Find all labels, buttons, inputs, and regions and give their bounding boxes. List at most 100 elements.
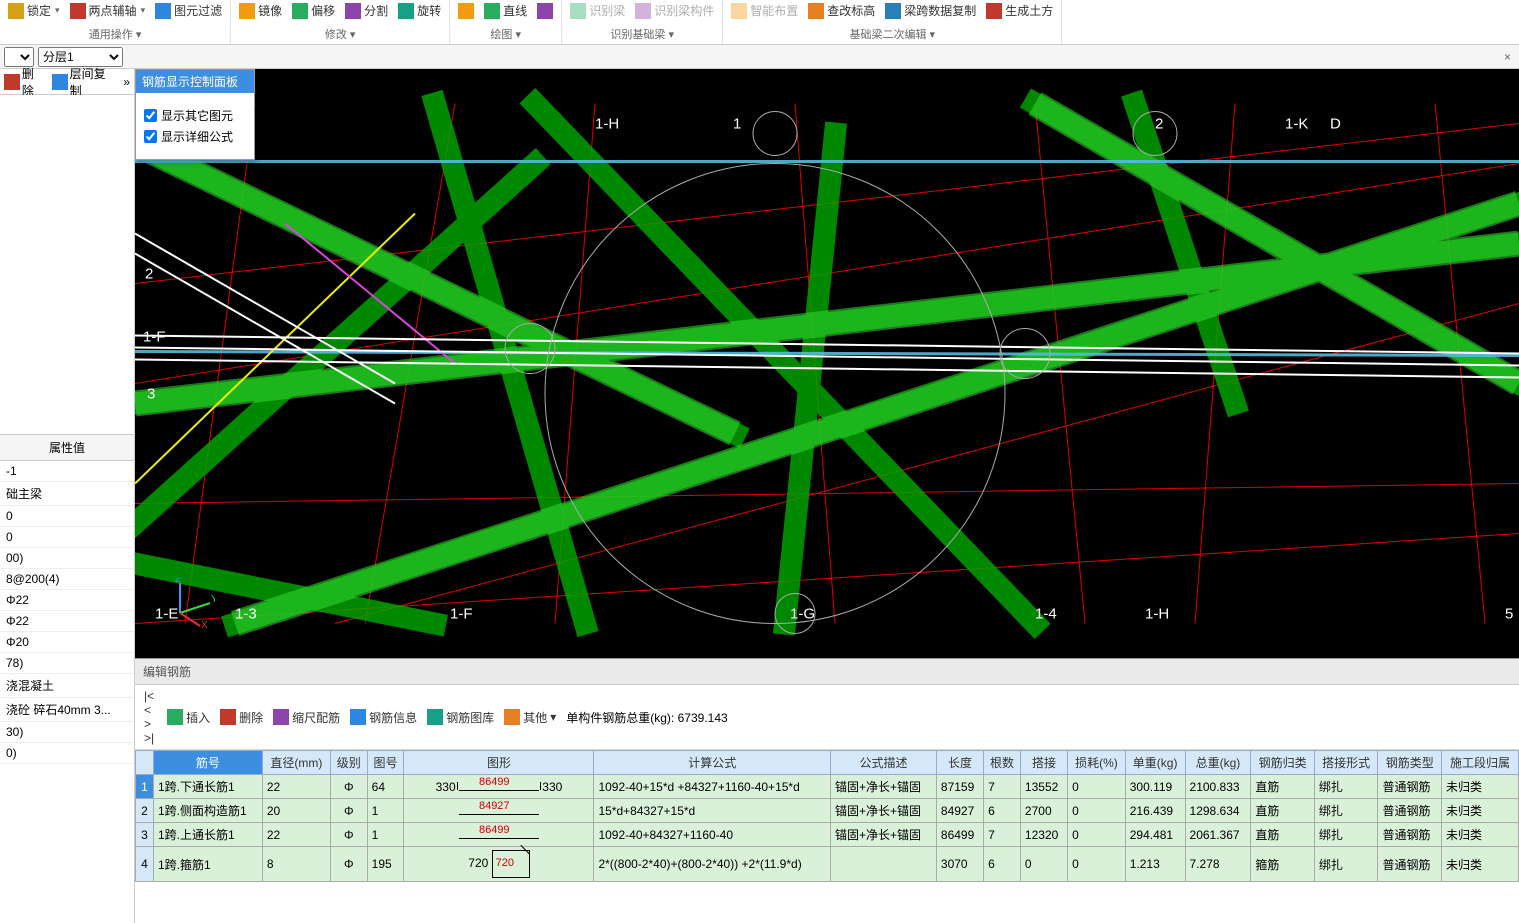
rect-btn[interactable] [537, 2, 553, 19]
3d-viewport[interactable]: 钢筋显示控制面板 显示其它图元 显示详细公式 [135, 69, 1519, 658]
column-header[interactable]: 级别 [330, 751, 367, 775]
column-header[interactable]: 根数 [984, 751, 1021, 775]
edit-rebar-panel: 编辑钢筋 |<<>>| 插入 删除 缩尺配筋 钢筋信息 钢筋图库 其他 ▾ 单构… [135, 658, 1519, 923]
layer-dropdown[interactable]: 分层1 [38, 47, 123, 67]
beam-span-copy-btn[interactable]: 梁跨数据复制 [885, 2, 976, 19]
property-row[interactable]: 0 [0, 506, 134, 527]
gen-earthwork-btn[interactable]: 生成土方 [986, 2, 1053, 19]
column-header[interactable]: 计算公式 [594, 751, 831, 775]
column-header[interactable]: 搭接形式 [1314, 751, 1378, 775]
property-row[interactable]: 础主梁 [0, 482, 134, 506]
ribbon-group-label: 修改 ▾ [239, 26, 441, 44]
svg-text:D: D [1330, 116, 1341, 133]
property-row[interactable]: 浇砼 碎石40mm 3... [0, 698, 134, 722]
ribbon-group-label: 基础梁二次编辑 ▾ [731, 26, 1053, 44]
line-btn[interactable]: 直线 [484, 2, 527, 19]
layer-copy-button[interactable]: 层间复制 [52, 65, 118, 99]
column-header[interactable]: 钢筋类型 [1378, 751, 1442, 775]
table-row[interactable]: 11跨.下通长筋122Φ64330 86499 3301092-40+15*d … [136, 775, 1519, 799]
total-weight-label: 单构件钢筋总重(kg): 6739.143 [566, 709, 727, 726]
lock-button-icon [8, 3, 24, 19]
scale-rebar-button[interactable]: 缩尺配筋 [273, 709, 340, 726]
ribbon-group-label: 识别基础梁 ▾ [570, 26, 714, 44]
split-button[interactable]: 分割 [345, 2, 388, 19]
offset-button[interactable]: 偏移 [292, 2, 335, 19]
column-header[interactable]: 图形 [404, 751, 594, 775]
check-elevation-btn[interactable]: 查改标高 [808, 2, 875, 19]
table-row[interactable]: 21跨.侧面构造筋120Φ1 84927 15*d+84327+15*d锚固+净… [136, 799, 1519, 823]
property-row[interactable]: Φ20 [0, 632, 134, 653]
split-button-icon [345, 3, 361, 19]
property-row[interactable]: Φ22 [0, 590, 134, 611]
identify-beam-btn-icon [570, 3, 586, 19]
rebar-table[interactable]: 筋号直径(mm)级别图号图形计算公式公式描述长度根数搭接损耗(%)单重(kg)总… [135, 750, 1519, 923]
svg-text:Z: Z [175, 578, 181, 585]
axis-gizmo: Z Y X [165, 578, 215, 628]
table-row[interactable]: 41跨.箍筋18Φ195720 7202*((800-2*40)+(800-2*… [136, 847, 1519, 882]
close-icon[interactable]: × [1500, 50, 1515, 64]
point-btn[interactable] [458, 2, 474, 19]
column-header[interactable] [136, 751, 154, 775]
gen-earthwork-btn-icon [986, 3, 1002, 19]
expand-icon[interactable]: » [123, 75, 130, 89]
column-header[interactable]: 筋号 [154, 751, 263, 775]
lock-button[interactable]: 锁定 [8, 2, 60, 19]
mirror-button[interactable]: 镜像 [239, 2, 282, 19]
two-point-axis-button[interactable]: 两点辅轴 [70, 2, 146, 19]
panel-title: 编辑钢筋 [135, 659, 1519, 685]
column-header[interactable]: 总重(kg) [1185, 751, 1251, 775]
mirror-button-icon [239, 3, 255, 19]
property-row[interactable]: 0) [0, 743, 134, 764]
property-row[interactable]: Φ22 [0, 611, 134, 632]
table-row[interactable]: 31跨.上通长筋122Φ1 86499 1092-40+84327+1160-4… [136, 823, 1519, 847]
ribbon-group-label: 通用操作 ▾ [8, 26, 222, 44]
svg-text:X: X [201, 620, 208, 628]
property-row[interactable]: 00) [0, 548, 134, 569]
svg-text:1-H: 1-H [595, 116, 619, 133]
property-row[interactable]: 0 [0, 527, 134, 548]
column-header[interactable]: 长度 [936, 751, 983, 775]
column-header[interactable]: 钢筋归类 [1251, 751, 1315, 775]
nav-button[interactable]: >| [141, 731, 157, 745]
property-row[interactable]: 78) [0, 653, 134, 674]
property-row[interactable]: 浇混凝土 [0, 674, 134, 698]
point-btn-icon [458, 3, 474, 19]
property-row[interactable]: 8@200(4) [0, 569, 134, 590]
column-header[interactable]: 单重(kg) [1125, 751, 1185, 775]
check-elevation-btn-icon [808, 3, 824, 19]
rect-btn-icon [537, 3, 553, 19]
tree-area [0, 95, 134, 435]
element-filter-button-icon [155, 3, 171, 19]
smart-arrange-btn-icon [731, 3, 747, 19]
column-header[interactable]: 搭接 [1020, 751, 1067, 775]
insert-button[interactable]: 插入 [167, 709, 210, 726]
element-filter-button[interactable]: 图元过滤 [155, 2, 222, 19]
property-list: -1础主梁0000)8@200(4)Φ22Φ22Φ2078)浇混凝土浇砼 碎石4… [0, 461, 134, 923]
nav-button[interactable]: > [141, 717, 157, 731]
nav-button[interactable]: |< [141, 689, 157, 703]
dropdown-1[interactable] [4, 47, 34, 67]
property-header: 属性值 [0, 435, 134, 461]
column-header[interactable]: 公式描述 [831, 751, 937, 775]
rebar-info-button[interactable]: 钢筋信息 [350, 709, 417, 726]
column-header[interactable]: 直径(mm) [262, 751, 330, 775]
property-row[interactable]: 30) [0, 722, 134, 743]
identify-component-btn: 识别梁构件 [635, 2, 714, 19]
svg-text:1-4: 1-4 [1035, 606, 1057, 623]
column-header[interactable]: 施工段归属 [1442, 751, 1519, 775]
two-point-axis-button-icon [70, 3, 86, 19]
svg-text:1-F: 1-F [143, 329, 166, 346]
nav-button[interactable]: < [141, 703, 157, 717]
other-button[interactable]: 其他 ▾ [504, 709, 556, 726]
delete-button[interactable]: 删除 [220, 709, 263, 726]
model-canvas: 1-H1 21-KD 21-F3 1-E1-31-F 1-G1-41-H 5 [135, 69, 1519, 658]
rebar-library-button[interactable]: 钢筋图库 [427, 709, 494, 726]
column-header[interactable]: 损耗(%) [1068, 751, 1126, 775]
property-row[interactable]: -1 [0, 461, 134, 482]
svg-text:5: 5 [1505, 606, 1513, 623]
show-detail-formula-checkbox[interactable]: 显示详细公式 [144, 128, 246, 145]
column-header[interactable]: 图号 [367, 751, 404, 775]
show-other-elements-checkbox[interactable]: 显示其它图元 [144, 107, 246, 124]
rotate-button[interactable]: 旋转 [398, 2, 441, 19]
delete-button[interactable]: 删除 [4, 65, 46, 99]
